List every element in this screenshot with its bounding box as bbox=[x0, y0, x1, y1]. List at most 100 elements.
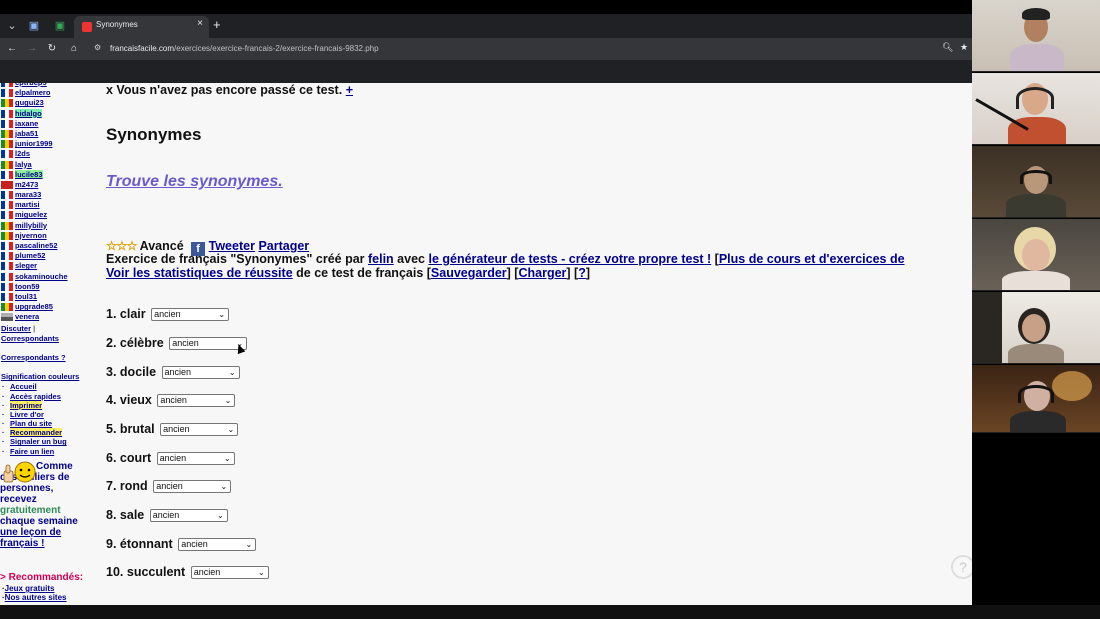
generator-link[interactable]: le générateur de tests - créez votre pro… bbox=[428, 252, 711, 266]
question-word: brutal bbox=[119, 422, 155, 436]
user-link[interactable]: m2473 bbox=[15, 180, 38, 189]
tab-search-icon[interactable]: ⌄ bbox=[4, 18, 20, 34]
bookmark-star-icon[interactable]: ★ bbox=[960, 42, 968, 53]
newsletter-promo: Comme des milliers de personnes, recevez… bbox=[0, 461, 104, 549]
participant-video-4[interactable] bbox=[972, 219, 1100, 291]
user-link[interactable]: sleger bbox=[15, 261, 37, 270]
pinned-tab-icon[interactable]: ▣ bbox=[26, 18, 42, 34]
back-icon[interactable]: ← bbox=[4, 41, 20, 57]
country-flag-icon bbox=[1, 252, 13, 261]
promo-line-4[interactable]: recevez bbox=[0, 494, 104, 505]
synonym-select[interactable]: ancien ⌄ bbox=[156, 452, 235, 466]
menu-link[interactable]: Faire un lien bbox=[10, 447, 54, 456]
help-link[interactable]: ? bbox=[578, 266, 586, 280]
user-link[interactable]: sokaminouche bbox=[15, 272, 68, 281]
user-link[interactable]: mara33 bbox=[15, 190, 41, 199]
user-link[interactable]: elpalmero bbox=[15, 88, 50, 97]
site-info-icon[interactable]: ⚙ bbox=[94, 43, 101, 52]
promo-line-6[interactable]: chaque semaine bbox=[0, 516, 104, 527]
author-link[interactable]: felin bbox=[368, 252, 394, 266]
user-link[interactable]: millybilly bbox=[15, 221, 47, 230]
synonym-select[interactable]: ancien ⌄ bbox=[160, 423, 239, 437]
discuter-link[interactable]: Discuter bbox=[1, 324, 31, 333]
country-flag-icon bbox=[1, 83, 13, 87]
more-courses-link[interactable]: Plus de cours et d'exercices de bbox=[719, 252, 905, 266]
user-link[interactable]: venera bbox=[15, 312, 39, 321]
user-link[interactable]: upgrade85 bbox=[15, 302, 53, 311]
menu-link[interactable]: Livre d'or bbox=[10, 410, 44, 419]
menu-link[interactable]: Imprimer bbox=[10, 400, 43, 410]
url-field[interactable]: ⚙ francaisfacile.com/exercices/exercice-… bbox=[90, 40, 970, 58]
participant-video-3[interactable] bbox=[972, 146, 1100, 218]
user-link[interactable]: njvernon bbox=[15, 231, 47, 240]
question-row: 5. brutal ancien ⌄ bbox=[106, 422, 239, 437]
question-row: 10. succulent ancien ⌄ bbox=[106, 565, 269, 580]
close-tab-icon[interactable]: × bbox=[197, 18, 203, 29]
menu-link[interactable]: Signaler un bug bbox=[10, 437, 67, 446]
user-link[interactable]: toon59 bbox=[15, 282, 40, 291]
user-link[interactable]: miguelez bbox=[15, 210, 47, 219]
menu-link[interactable]: Plan du site bbox=[10, 419, 52, 428]
menu-link[interactable]: Accueil bbox=[10, 382, 37, 391]
promo-line-7[interactable]: une leçon de bbox=[0, 527, 104, 538]
home-icon[interactable]: ⌂ bbox=[66, 41, 82, 57]
participant-video-2[interactable] bbox=[972, 73, 1100, 145]
user-link[interactable]: lalya bbox=[15, 160, 32, 169]
promo-line-8[interactable]: français ! bbox=[0, 538, 104, 549]
user-link[interactable]: plume52 bbox=[15, 251, 45, 260]
zoom-icon[interactable]: 🔍︎ bbox=[942, 42, 953, 53]
new-tab-button[interactable]: + bbox=[213, 17, 221, 32]
participant-video-6[interactable] bbox=[972, 365, 1100, 433]
user-link[interactable]: martisi bbox=[15, 200, 40, 209]
question-row: 7. rond ancien ⌄ bbox=[106, 479, 232, 494]
synonym-select[interactable]: ancien ⌄ bbox=[157, 394, 236, 408]
user-link[interactable]: gugui23 bbox=[15, 98, 44, 107]
share-link[interactable]: Partager bbox=[258, 239, 309, 253]
save-link[interactable]: Sauvegarder bbox=[431, 266, 507, 280]
statistics-link[interactable]: Voir les statistiques de réussite bbox=[106, 266, 293, 280]
nos-autres-sites-link[interactable]: Nos autres sites bbox=[5, 593, 67, 602]
synonym-select[interactable]: ancien ⌄ bbox=[153, 480, 232, 494]
user-link[interactable]: jaba51 bbox=[15, 129, 38, 138]
country-flag-icon bbox=[1, 191, 13, 200]
user-list-item: iaxane bbox=[0, 119, 104, 129]
jeux-gratuits-link[interactable]: Jeux gratuits bbox=[5, 584, 55, 593]
user-link[interactable]: cptrbcp5 bbox=[15, 83, 47, 87]
synonym-select[interactable]: ancien ⌄ bbox=[149, 509, 228, 523]
menu-link[interactable]: Accès rapides bbox=[10, 392, 61, 401]
synonym-select[interactable]: ancien ⌄ bbox=[178, 538, 257, 552]
forward-icon[interactable]: → bbox=[24, 41, 40, 57]
user-link[interactable]: toul31 bbox=[15, 292, 37, 301]
chevron-down-icon: ⌄ bbox=[228, 368, 236, 378]
user-link[interactable]: junior1999 bbox=[15, 139, 53, 148]
participant-video-5[interactable] bbox=[972, 292, 1100, 364]
country-flag-icon bbox=[1, 242, 13, 250]
user-link[interactable]: l2ds bbox=[15, 149, 30, 158]
signification-couleurs-link[interactable]: Signification couleurs bbox=[1, 372, 79, 381]
correspondants-question-link[interactable]: Correspondants ? bbox=[1, 353, 66, 362]
synonym-select[interactable]: ancien ⌄ bbox=[161, 366, 240, 380]
tweet-link[interactable]: Tweeter bbox=[209, 239, 255, 253]
user-list-item: sokaminouche bbox=[0, 272, 104, 282]
participant-video-1[interactable] bbox=[972, 0, 1100, 72]
correspondants-link[interactable]: Correspondants bbox=[1, 334, 59, 343]
synonym-select[interactable]: ancien ⌄ bbox=[190, 566, 269, 580]
load-link[interactable]: Charger bbox=[518, 266, 566, 280]
user-link[interactable]: iaxane bbox=[15, 119, 38, 128]
notice-expand-link[interactable]: + bbox=[346, 83, 353, 97]
question-word: succulent bbox=[126, 565, 186, 579]
exercise-subtitle-link[interactable]: Trouve les synonymes. bbox=[106, 173, 283, 191]
pinned-tab-icon-2[interactable]: ▣ bbox=[52, 18, 68, 34]
promo-line-1[interactable]: Comme bbox=[36, 461, 73, 472]
country-flag-icon bbox=[1, 231, 13, 240]
user-link[interactable]: pascaline52 bbox=[15, 241, 58, 250]
user-link[interactable]: hidalgo bbox=[15, 108, 42, 118]
user-link[interactable]: lucile83 bbox=[15, 169, 43, 179]
user-list-item: elpalmero bbox=[0, 88, 104, 98]
reload-icon[interactable]: ↻ bbox=[44, 41, 60, 57]
active-tab[interactable]: Synonymes × bbox=[74, 16, 209, 38]
help-circle-button[interactable]: ? bbox=[951, 555, 972, 579]
menu-link[interactable]: Recommander bbox=[10, 428, 63, 438]
promo-line-5[interactable]: gratuitement bbox=[0, 505, 104, 516]
synonym-select[interactable]: ancien ⌄ bbox=[151, 308, 230, 322]
